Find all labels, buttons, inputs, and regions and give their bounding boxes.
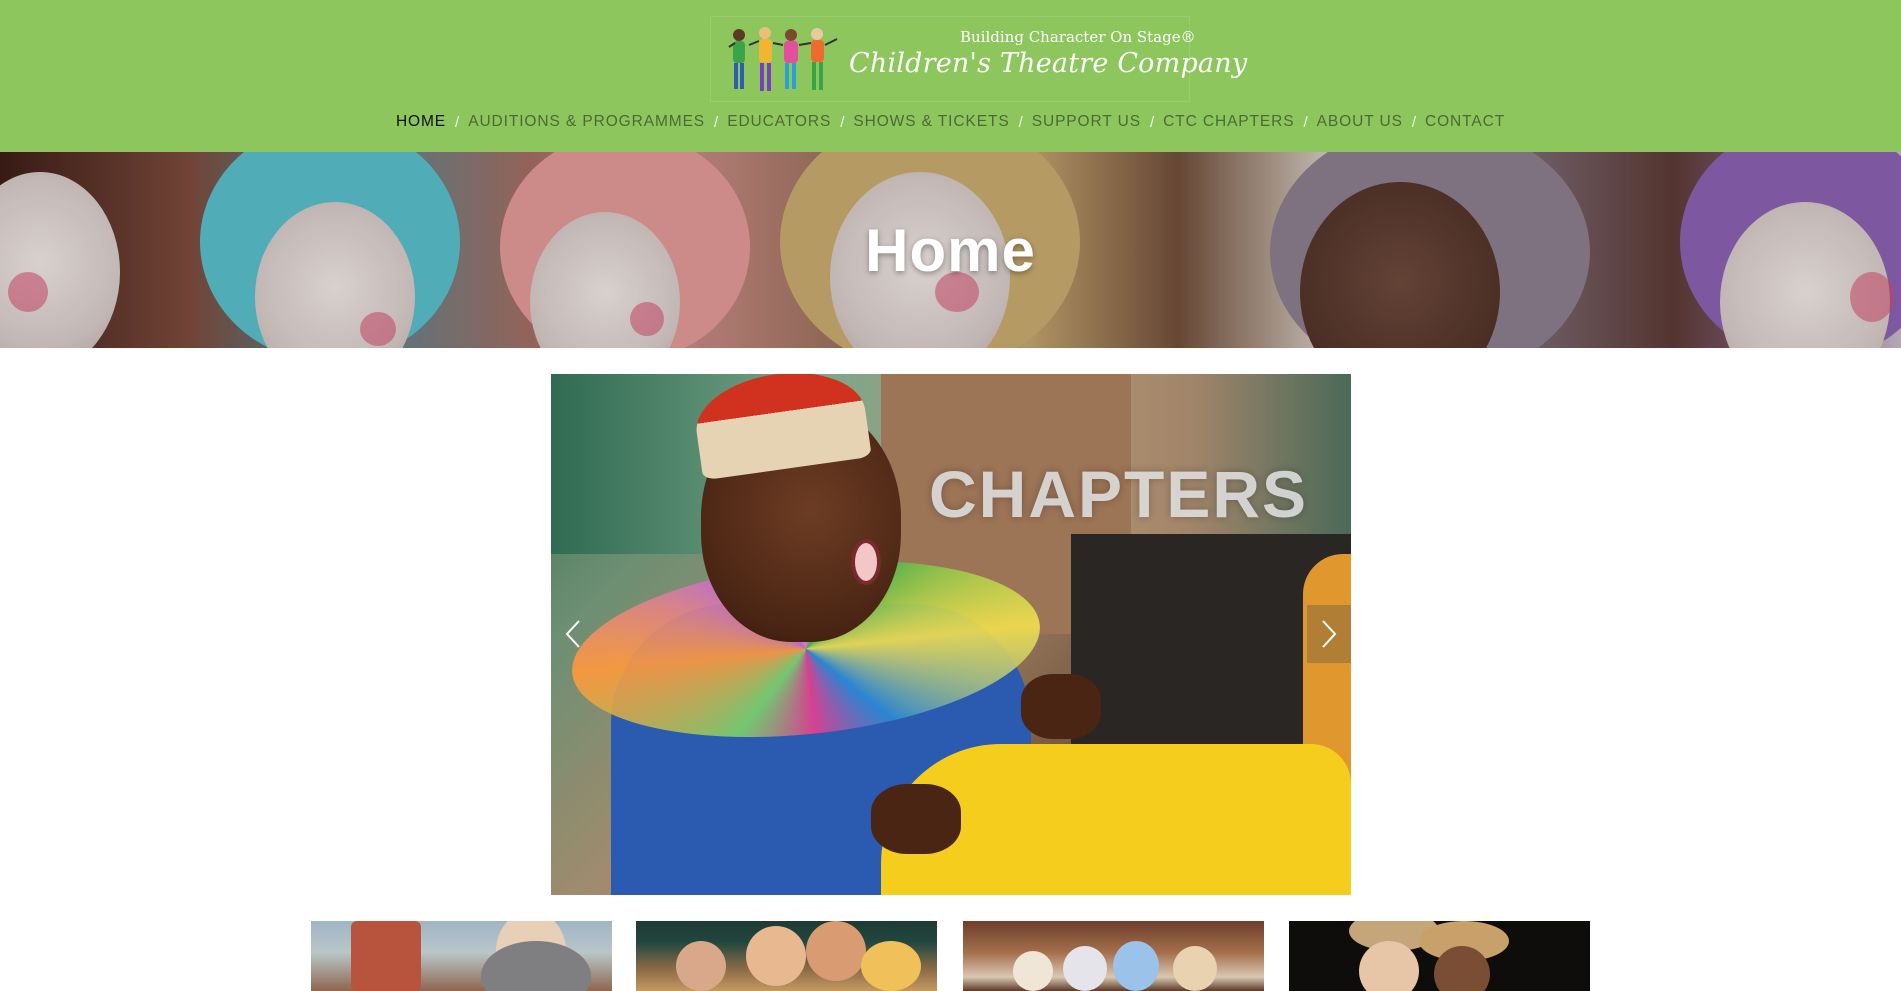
thumbnail-photo-detail: [1063, 946, 1107, 991]
nav-separator: /: [455, 113, 460, 131]
nav-item-support-us[interactable]: SUPPORT US: [1032, 113, 1141, 131]
nav-separator: /: [1149, 113, 1155, 131]
nav-item-shows-tickets[interactable]: SHOWS & TICKETS: [853, 113, 1009, 131]
slide-photo-detail: [1021, 674, 1101, 739]
chevron-left-icon: [565, 620, 580, 648]
hero-banner: Home: [0, 152, 1901, 348]
logo-name: Children's Theatre Company: [849, 48, 1248, 79]
thumbnail-photo-detail: [746, 926, 806, 986]
thumbnail-grid: [0, 921, 1901, 991]
thumbnail-card[interactable]: [636, 921, 937, 991]
thumbnail-card[interactable]: [963, 921, 1264, 991]
nav-item-home[interactable]: HOME: [396, 113, 446, 131]
main-nav: HOME / AUDITIONS & PROGRAMMES / EDUCATOR…: [0, 111, 1901, 133]
thumbnail-photo-detail: [1113, 941, 1159, 991]
slider-prev-button[interactable]: [551, 605, 595, 663]
nav-separator: /: [1411, 113, 1416, 131]
image-slider[interactable]: CHAPTERS: [551, 374, 1351, 895]
nav-separator: /: [714, 113, 719, 131]
nav-item-auditions[interactable]: AUDITIONS & PROGRAMMES: [468, 113, 705, 131]
nav-separator: /: [1303, 113, 1308, 131]
slide-photo-detail: [851, 539, 881, 585]
thumbnail-card[interactable]: [311, 921, 612, 991]
slider-next-button[interactable]: [1307, 605, 1351, 663]
thumbnail-photo-detail: [351, 921, 421, 991]
nav-separator: /: [1018, 113, 1023, 131]
site-logo[interactable]: Building Character On Stage® Children's …: [710, 16, 1247, 102]
dancing-kids-logo-icon: [728, 27, 838, 91]
slide-title: CHAPTERS: [929, 457, 1309, 531]
nav-item-educators[interactable]: EDUCATORS: [727, 113, 831, 131]
thumbnail-photo-detail: [1013, 951, 1053, 991]
chevron-right-icon: [1322, 620, 1337, 648]
slide-photo-detail: [871, 784, 961, 854]
logo-tagline: Building Character On Stage®: [960, 28, 1196, 46]
thumbnail-photo-detail: [806, 921, 866, 981]
thumbnail-card[interactable]: [1289, 921, 1590, 991]
page-title: Home: [865, 217, 1036, 284]
thumbnail-photo-detail: [1173, 946, 1217, 991]
nav-item-contact[interactable]: CONTACT: [1425, 113, 1505, 131]
nav-separator: /: [840, 113, 845, 131]
nav-item-ctc-chapters[interactable]: CTC CHAPTERS: [1163, 113, 1294, 131]
nav-item-about-us[interactable]: ABOUT US: [1317, 113, 1403, 131]
thumbnail-photo-detail: [861, 941, 921, 991]
thumbnail-photo-detail: [676, 941, 726, 991]
site-header: Building Character On Stage® Children's …: [0, 0, 1901, 152]
